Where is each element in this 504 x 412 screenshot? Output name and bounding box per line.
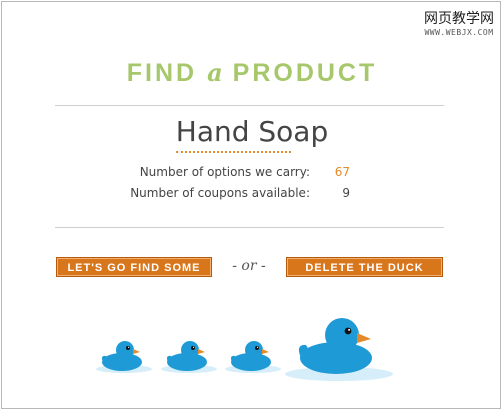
divider-top xyxy=(55,105,444,106)
duck-row xyxy=(0,300,504,390)
title-word-find: FIND xyxy=(126,59,198,87)
coupons-count-label: Number of coupons available: xyxy=(130,186,310,200)
watermark-url: WWW.WEBJX.COM xyxy=(424,28,494,37)
title-word-product: PRODUCT xyxy=(232,59,378,87)
product-underline-dots xyxy=(176,151,291,153)
coupons-count-value: 9 xyxy=(342,186,350,200)
find-some-button[interactable]: LET'S GO FIND SOME xyxy=(56,257,212,277)
page-title: FIND a PRODUCT xyxy=(0,58,504,88)
watermark-title: 网页教学网 xyxy=(424,11,494,27)
or-separator: - or - xyxy=(232,258,266,274)
rubber-duck-icon[interactable] xyxy=(159,338,219,376)
rubber-duck-icon[interactable] xyxy=(284,310,394,382)
title-word-a: a xyxy=(207,58,223,87)
options-count-label: Number of options we carry: xyxy=(139,165,310,179)
watermark: 网页教学网 WWW.WEBJX.COM xyxy=(424,8,494,37)
delete-duck-button[interactable]: DELETE THE DUCK xyxy=(286,257,443,277)
product-name: Hand Soap xyxy=(175,115,329,148)
divider-bottom xyxy=(55,227,444,228)
rubber-duck-icon[interactable] xyxy=(94,338,154,376)
rubber-duck-icon[interactable] xyxy=(223,338,283,376)
options-count-value: 67 xyxy=(334,165,350,179)
